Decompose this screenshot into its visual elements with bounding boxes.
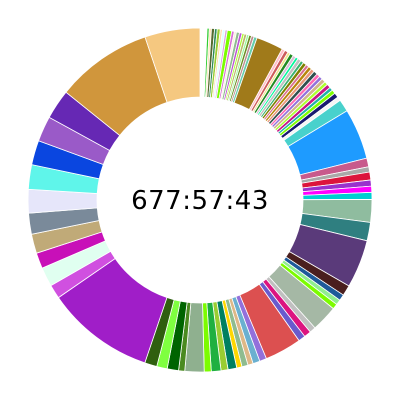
total-time-label: 677:57:43 bbox=[131, 186, 269, 216]
timer-donut-widget: 677:57:43 bbox=[0, 0, 400, 400]
